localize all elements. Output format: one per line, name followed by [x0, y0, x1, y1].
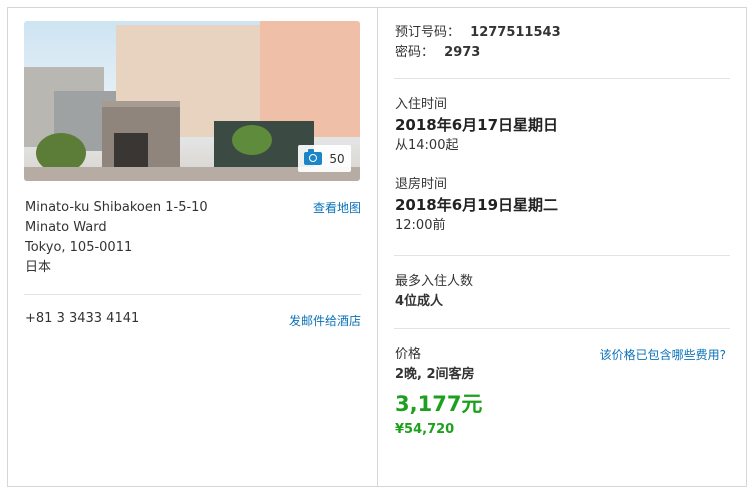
confirmation-number: 预订号码： 1277511543: [395, 23, 561, 43]
address-line: 日本: [25, 260, 52, 275]
price-total-cny: 3,177元: [395, 392, 483, 416]
camera-icon: [304, 149, 323, 165]
pin-value: 2973: [444, 45, 481, 60]
price-total-jpy: ¥54,720: [395, 422, 455, 437]
confirmation-label: 预订号码：: [395, 25, 461, 40]
hotel-info-panel: 50 Minato-ku Shibakoen 1-5-10 Minato War…: [8, 8, 378, 486]
address-line: Minato Ward: [25, 220, 107, 235]
fees-included-link[interactable]: 该价格已包含哪些费用?: [600, 346, 726, 363]
hotel-phone: +81 3 3433 4141: [25, 311, 140, 326]
building-shape: [260, 21, 360, 137]
checkout-time: 12:00前: [395, 218, 446, 233]
checkout-section: 退房时间 2018年6月19日星期二 12:00前: [395, 176, 558, 236]
photo-count: 50: [329, 151, 345, 166]
guests-section: 最多入住人数 4位成人: [395, 272, 473, 312]
checkin-label: 入住时间: [395, 97, 448, 112]
address-line: Minato-ku Shibakoen 1-5-10: [25, 200, 208, 215]
pin-label: 密码：: [395, 45, 435, 60]
divider: [394, 255, 730, 256]
price-summary: 2晚, 2间客房: [395, 367, 475, 382]
checkin-date: 2018年6月17日星期日: [395, 116, 559, 134]
confirmation-value: 1277511543: [470, 25, 561, 40]
view-map-link[interactable]: 查看地图: [313, 199, 361, 216]
tree: [232, 125, 272, 155]
reservation-details-panel: 预订号码： 1277511543 密码： 2973 入住时间 2018年6月17…: [378, 8, 746, 486]
booking-card: 50 Minato-ku Shibakoen 1-5-10 Minato War…: [7, 7, 747, 487]
guests-label: 最多入住人数: [395, 274, 474, 289]
email-hotel-link[interactable]: 发邮件给酒店: [289, 312, 361, 329]
checkin-section: 入住时间 2018年6月17日星期日 从14:00起: [395, 96, 558, 156]
checkin-time: 从14:00起: [395, 138, 459, 153]
hotel-photo[interactable]: 50: [24, 21, 360, 181]
hotel-address: Minato-ku Shibakoen 1-5-10 Minato Ward T…: [25, 198, 208, 278]
booking-ids: 预订号码： 1277511543 密码： 2973: [395, 23, 561, 63]
price-label: 价格: [395, 347, 422, 362]
price-section: 价格 2晚, 2间客房 3,177元 ¥54,720: [395, 345, 482, 439]
divider: [24, 294, 361, 295]
divider: [394, 328, 730, 329]
guests-value: 4位成人: [395, 294, 444, 309]
photo-count-badge[interactable]: 50: [298, 145, 351, 172]
address-line: Tokyo, 105-0011: [25, 240, 133, 255]
pin-code: 密码： 2973: [395, 43, 561, 63]
checkout-date: 2018年6月19日星期二: [395, 196, 559, 214]
checkout-label: 退房时间: [395, 177, 448, 192]
divider: [394, 78, 730, 79]
